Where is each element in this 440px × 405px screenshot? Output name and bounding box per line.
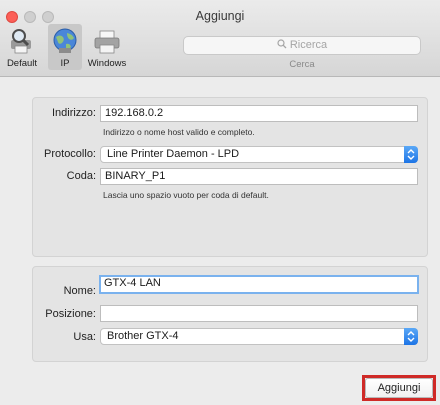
- use-select-arrows-icon: [404, 328, 418, 345]
- protocol-select[interactable]: Line Printer Daemon - LPD: [100, 146, 418, 163]
- address-field[interactable]: 192.168.0.2: [100, 105, 418, 122]
- queue-hint: Lascia uno spazio vuoto per coda di defa…: [103, 190, 269, 200]
- location-field[interactable]: [100, 305, 418, 322]
- name-field[interactable]: GTX-4 LAN: [99, 275, 419, 294]
- add-button[interactable]: Aggiungi: [365, 378, 433, 398]
- toolbar-windows[interactable]: Windows: [86, 26, 128, 69]
- toolbar-default-label: Default: [6, 58, 38, 69]
- address-label: Indirizzo:: [51, 107, 96, 119]
- title-bar: Aggiungi Default IP Windows Ricerca Cerc…: [0, 0, 440, 77]
- search-icon: [277, 38, 287, 49]
- search-placeholder: Ricerca: [289, 39, 328, 51]
- toolbar-ip-label: IP: [60, 58, 70, 69]
- window-title: Aggiungi: [195, 9, 245, 23]
- protocol-value: Line Printer Daemon - LPD: [107, 148, 240, 160]
- use-select[interactable]: Brother GTX-4: [100, 328, 418, 345]
- toolbar-default[interactable]: Default: [2, 26, 42, 69]
- queue-label: Coda:: [66, 170, 96, 182]
- default-printer-search-icon: [7, 26, 37, 56]
- search-caption: Cerca: [289, 59, 315, 70]
- address-hint: Indirizzo o nome host valido e completo.: [103, 127, 255, 137]
- toolbar-ip[interactable]: IP: [48, 24, 82, 70]
- use-value: Brother GTX-4: [107, 330, 179, 342]
- use-label: Usa:: [73, 331, 96, 343]
- protocol-select-arrows-icon: [404, 146, 418, 163]
- location-label: Posizione:: [45, 308, 96, 320]
- globe-icon: [50, 26, 80, 56]
- windows-printer-icon: [92, 26, 122, 56]
- protocol-label: Protocollo:: [44, 148, 96, 160]
- name-label: Nome:: [63, 285, 96, 297]
- queue-field[interactable]: BINARY_P1: [100, 168, 418, 185]
- add-printer-window: Aggiungi Default IP Windows Ricerca Cerc…: [0, 0, 440, 405]
- toolbar-windows-label: Windows: [87, 58, 127, 69]
- search-field[interactable]: Ricerca: [183, 36, 421, 55]
